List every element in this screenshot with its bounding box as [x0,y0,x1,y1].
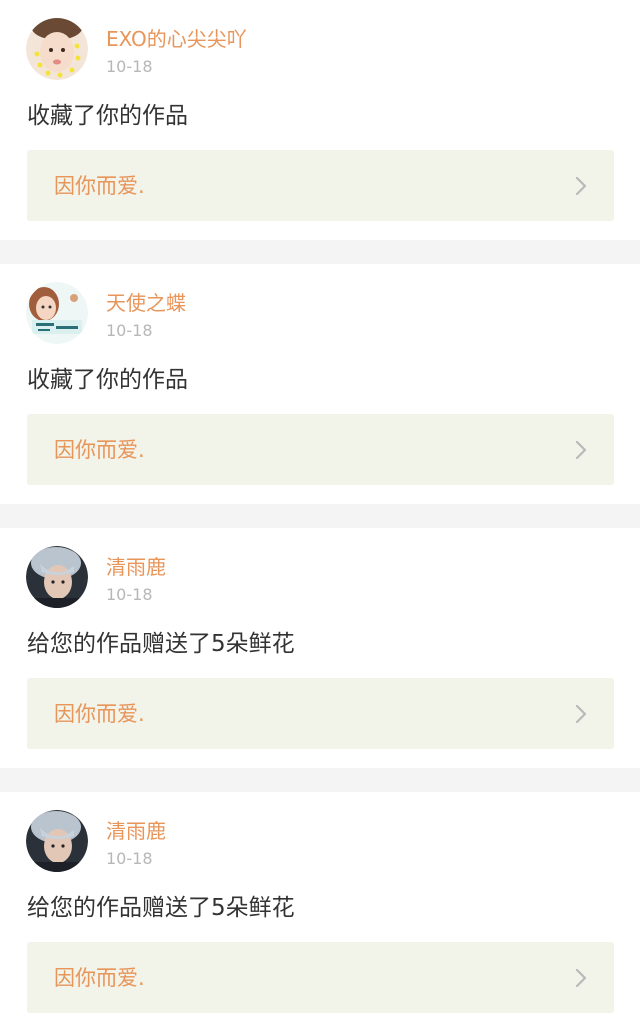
work-title: 因你而爱. [54,174,145,198]
chevron-right-icon [575,704,587,724]
avatar[interactable] [26,18,88,80]
chevron-right-icon [575,968,587,988]
work-title: 因你而爱. [54,438,145,462]
action-text: 给您的作品赠送了5朵鲜花 [27,895,295,921]
work-link[interactable]: 因你而爱. [27,942,614,1013]
work-title: 因你而爱. [54,702,145,726]
timestamp: 10-18 [106,321,153,340]
username[interactable]: 天使之蝶 [106,290,186,316]
timestamp: 10-18 [106,849,153,868]
work-link[interactable]: 因你而爱. [27,678,614,749]
timestamp: 10-18 [106,57,153,76]
username[interactable]: EXO的心尖尖吖 [106,26,247,52]
timestamp: 10-18 [106,585,153,604]
notification-card: EXO的心尖尖吖 10-18 收藏了你的作品 因你而爱. [0,0,640,240]
chevron-right-icon [575,176,587,196]
chevron-right-icon [575,440,587,460]
notification-feed: EXO的心尖尖吖 10-18 收藏了你的作品 因你而爱. 天使之蝶 10-18 … [0,0,640,1032]
action-text: 给您的作品赠送了5朵鲜花 [27,631,295,657]
notification-card: 清雨鹿 10-18 给您的作品赠送了5朵鲜花 因你而爱. [0,528,640,768]
avatar[interactable] [26,546,88,608]
notification-card: 清雨鹿 10-18 给您的作品赠送了5朵鲜花 因你而爱. [0,792,640,1032]
action-text: 收藏了你的作品 [27,103,188,129]
work-link[interactable]: 因你而爱. [27,414,614,485]
action-text: 收藏了你的作品 [27,367,188,393]
avatar[interactable] [26,810,88,872]
notification-card: 天使之蝶 10-18 收藏了你的作品 因你而爱. [0,264,640,504]
username[interactable]: 清雨鹿 [106,818,166,844]
work-link[interactable]: 因你而爱. [27,150,614,221]
username[interactable]: 清雨鹿 [106,554,166,580]
avatar[interactable] [26,282,88,344]
work-title: 因你而爱. [54,966,145,990]
